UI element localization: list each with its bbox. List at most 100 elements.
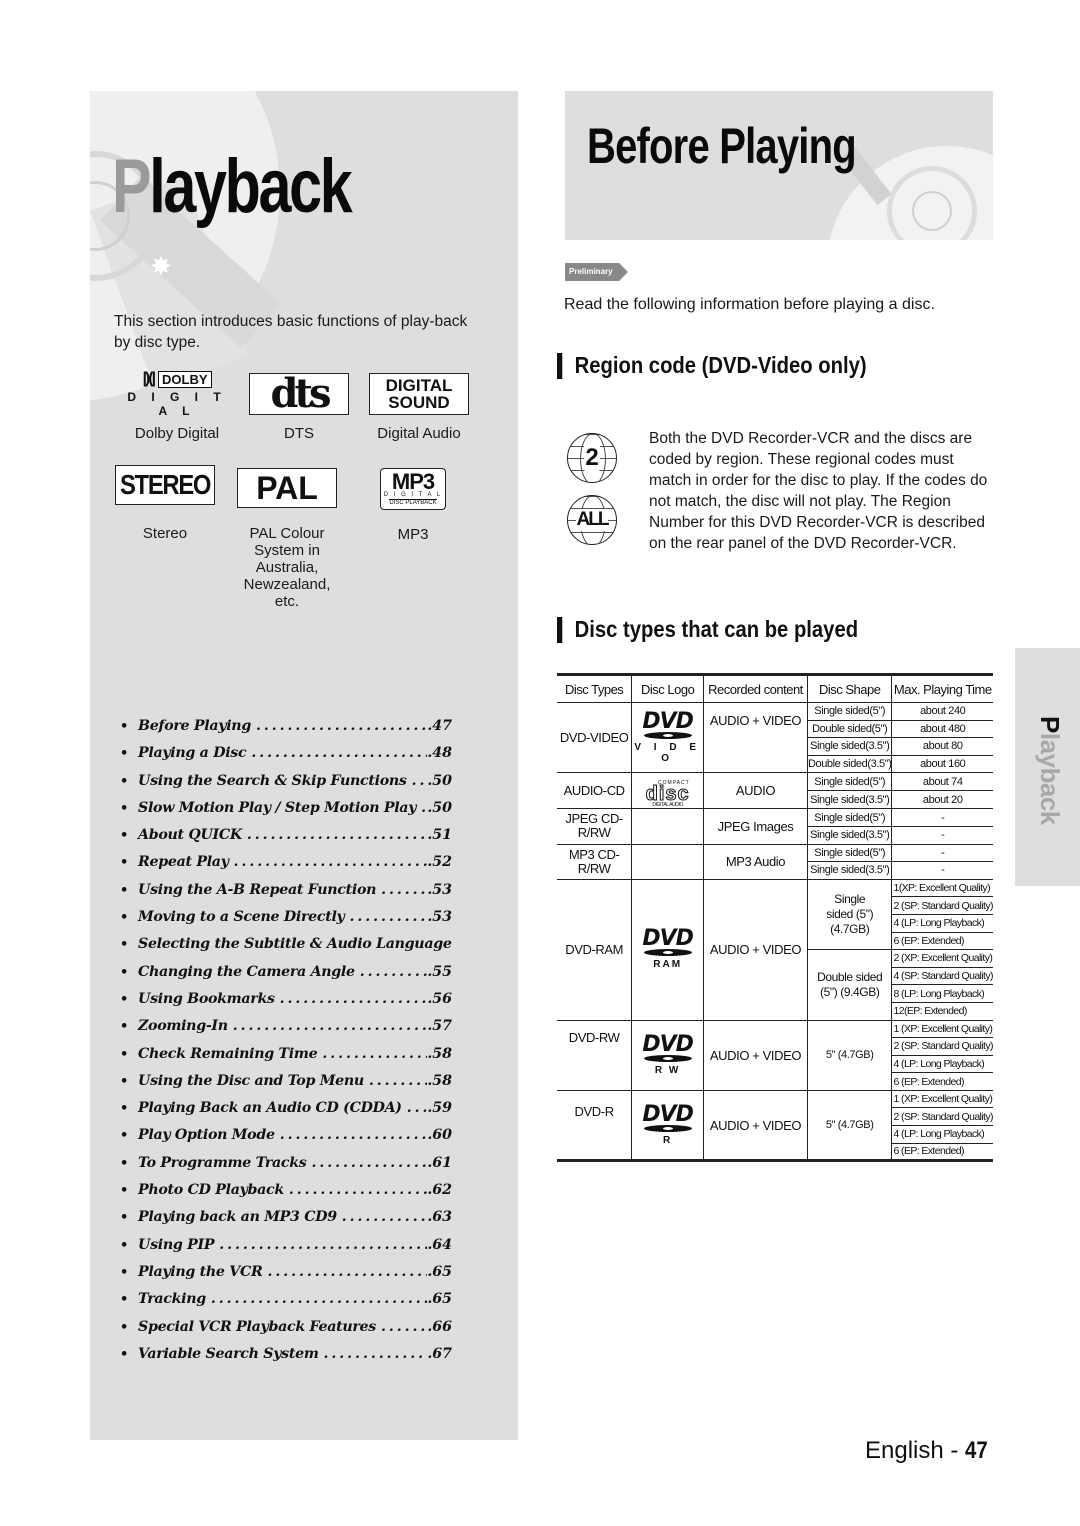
toc-item[interactable]: • Using the Search & Skip Functions .50 xyxy=(120,773,452,800)
playing-time: 4 (SP: Standard Quality) xyxy=(891,967,993,986)
toc-item[interactable]: • Tracking .65 xyxy=(120,1291,452,1318)
bullet-icon: • xyxy=(120,937,129,953)
toc-item-page: .50 xyxy=(427,799,452,816)
toc-item[interactable]: • Zooming-In .57 xyxy=(120,1018,452,1045)
footer-separator: - xyxy=(943,1437,966,1464)
toc-item-page: .64 xyxy=(427,1236,452,1253)
toc-item[interactable]: • Slow Motion Play / Step Motion Play .50 xyxy=(120,800,452,827)
toc-item-label: Before Playing xyxy=(138,718,251,734)
recorded-content: AUDIO + VIDEO xyxy=(703,879,808,1021)
toc-item[interactable]: • Repeat Play .52 xyxy=(120,854,452,881)
playing-time: 6 (EP: Extended) xyxy=(891,1143,993,1163)
toc-item-page: .63 xyxy=(427,1209,452,1226)
toc-item[interactable]: • Using the Disc and Top Menu .58 xyxy=(120,1073,452,1100)
playing-time: 4 (LP: Long Playback) xyxy=(891,914,993,933)
page-footer: English - 47 xyxy=(865,1437,992,1465)
toc-leader-dots xyxy=(319,1346,428,1362)
recorded-content: MP3 Audio xyxy=(703,844,808,880)
toc-item[interactable]: • Before Playing .47 xyxy=(120,718,452,745)
playing-time: - xyxy=(891,826,993,845)
bullet-icon: • xyxy=(120,964,129,980)
toc-item-label: To Programme Tracks xyxy=(138,1154,307,1171)
recorded-content: AUDIO + VIDEO xyxy=(703,1090,808,1163)
toc-item[interactable]: • Check Remaining Time .58 xyxy=(120,1046,452,1073)
toc-item-label: Changing the Camera Angle xyxy=(138,963,355,980)
toc-leader-dots xyxy=(275,1127,428,1143)
page-header-banner: Before Playing xyxy=(565,91,993,240)
table-of-contents: • Before Playing .47 • Playing a Disc .48 • Usi… xyxy=(120,718,452,1373)
page-number: 47 xyxy=(965,1437,988,1464)
toc-leader-dots xyxy=(355,964,428,980)
playing-time: 4 (LP: Long Playback) xyxy=(891,1125,993,1144)
playing-time: 1(XP: Excellent Quality) xyxy=(891,879,993,898)
table-row: MP3 CD-R/RW MP3 Audio Single sided(5") - xyxy=(557,844,993,880)
bullet-icon: • xyxy=(120,1019,129,1035)
toc-item[interactable]: • Special VCR Playback Features .66 xyxy=(120,1319,452,1346)
disc-shape: 5" (4.7GB) xyxy=(806,1020,892,1091)
playing-time: about 160 xyxy=(891,755,993,774)
toc-item-label: Selecting the Subtitle & Audio Language xyxy=(138,936,452,953)
playing-time: 4 (LP: Long Playback) xyxy=(891,1055,993,1074)
disc-shape: Double sided(5") xyxy=(806,720,892,739)
toc-item[interactable]: • Selecting the Subtitle & Audio Language… xyxy=(120,936,452,963)
toc-item-label: Slow Motion Play / Step Motion Play xyxy=(138,799,417,816)
toc-leader-dots xyxy=(275,991,428,1007)
column-header: Disc Shape xyxy=(806,674,892,703)
toc-item-page: .58 xyxy=(427,1045,452,1062)
recorded-content: AUDIO xyxy=(703,772,808,810)
toc-item[interactable]: • Playing back an MP3 CD9 .63 xyxy=(120,1209,452,1236)
toc-item-label: About QUICK xyxy=(138,827,242,844)
playing-time: 2 (SP: Standard Quality) xyxy=(891,896,993,915)
dts-icon: dts xyxy=(249,373,349,415)
toc-item[interactable]: • About QUICK .51 xyxy=(120,827,452,854)
toc-item-label: Check Remaining Time xyxy=(138,1045,318,1062)
table-row: DVD-R DVD R AUDIO + VIDEO 5" (4.7GB) 1 (X… xyxy=(557,1090,993,1163)
toc-item[interactable]: • Photo CD Playback .62 xyxy=(120,1182,452,1209)
toc-item[interactable]: • Changing the Camera Angle .55 xyxy=(120,964,452,991)
playing-time: about 240 xyxy=(891,702,993,721)
toc-item[interactable]: • Variable Search System .67 xyxy=(120,1346,452,1373)
logo-stereo: STEREO Stereo xyxy=(102,465,228,542)
heading-bar-icon xyxy=(557,616,563,643)
bullet-icon: • xyxy=(120,773,129,789)
toc-item[interactable]: • Moving to a Scene Directly .53 xyxy=(120,909,452,936)
toc-item-page: .47 xyxy=(427,718,452,734)
bullet-icon: • xyxy=(120,800,129,816)
toc-item[interactable]: • Play Option Mode .60 xyxy=(120,1127,452,1154)
playing-time: - xyxy=(891,844,993,863)
disc-type: DVD-RAM xyxy=(557,879,632,1021)
table-row: JPEG CD-R/RW JPEG Images Single sided(5"… xyxy=(557,808,993,845)
toc-item[interactable]: • Using PIP .64 xyxy=(120,1237,452,1264)
bullet-icon: • xyxy=(120,910,129,926)
playing-time: 12(EP: Extended) xyxy=(891,1002,993,1021)
toc-item[interactable]: • Playing a Disc .48 xyxy=(120,745,452,772)
read-note: Read the following information before pl… xyxy=(564,296,935,313)
column-header: Max. Playing Time xyxy=(891,674,993,703)
logo-dts: dts DTS xyxy=(236,373,362,442)
disc-shape: Single sided(3.5") xyxy=(806,737,892,756)
toc-item-label: Using the Search & Skip Functions xyxy=(138,772,407,789)
mp3-icon: MP3 D I G I T A L DISC PLAYBACK xyxy=(380,468,446,510)
disc-shape: Single sided(5") xyxy=(806,772,892,792)
section-title: Playback xyxy=(112,144,353,229)
toc-item[interactable]: • Using Bookmarks .56 xyxy=(120,991,452,1018)
bullet-icon: • xyxy=(120,1046,129,1062)
toc-item-label: Using the A-B Repeat Function xyxy=(138,881,377,898)
region-2-icon: 2 xyxy=(567,433,617,483)
disc-shape: Double sided (5") (9.4GB) xyxy=(806,949,892,1021)
toc-item-label: Using PIP xyxy=(138,1236,215,1253)
column-header: Disc Logo xyxy=(631,674,704,703)
logo-pal: PAL PAL Colour System in Australia, Newz… xyxy=(224,468,350,610)
footer-language: English xyxy=(865,1437,944,1464)
toc-item[interactable]: • Playing the VCR .65 xyxy=(120,1264,452,1291)
toc-item-page: .62 xyxy=(427,1182,452,1199)
chapter-side-tab: Playback xyxy=(1015,648,1080,886)
toc-leader-dots xyxy=(214,1237,427,1253)
toc-item[interactable]: • Using the A-B Repeat Function .53 xyxy=(120,882,452,909)
toc-item[interactable]: • Playing Back an Audio CD (CDDA) .59 xyxy=(120,1100,452,1127)
toc-leader-dots xyxy=(242,827,427,843)
disc-type: DVD-R xyxy=(557,1090,632,1163)
toc-item-page: .51 xyxy=(427,827,452,844)
bullet-icon: • xyxy=(120,828,129,844)
toc-item[interactable]: • To Programme Tracks .61 xyxy=(120,1155,452,1182)
